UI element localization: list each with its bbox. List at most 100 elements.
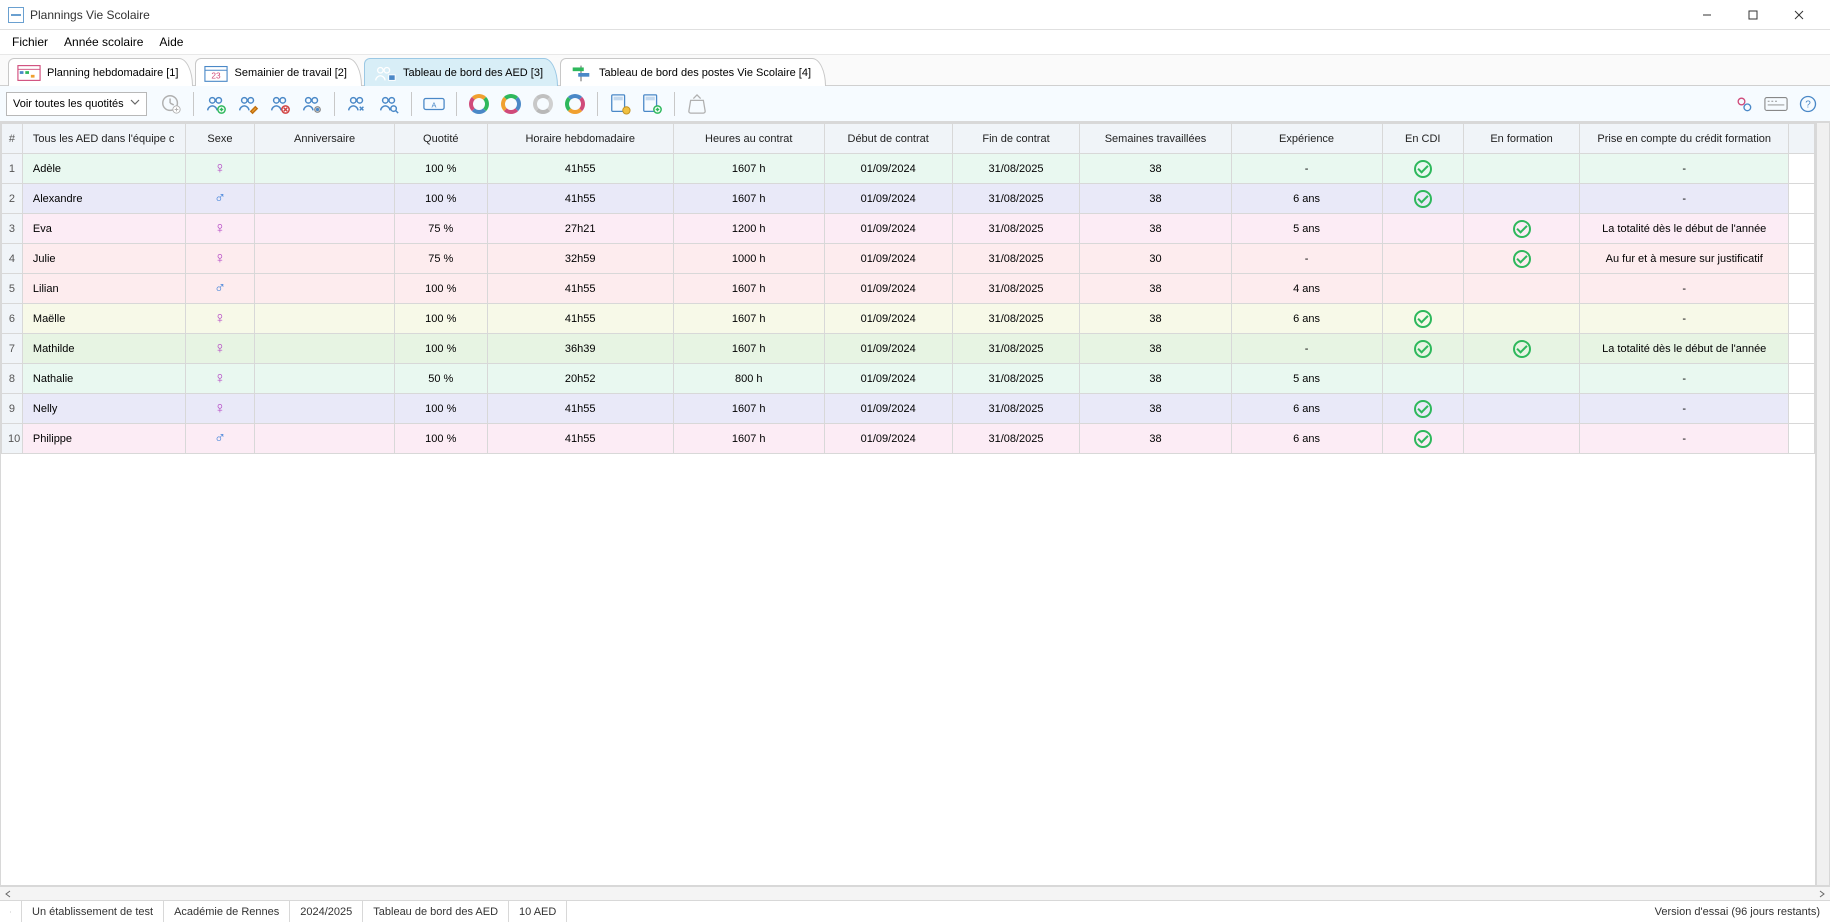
- cell-debut[interactable]: 01/09/2024: [824, 304, 952, 334]
- people-add-button[interactable]: [200, 89, 232, 119]
- col-num[interactable]: #: [2, 124, 23, 154]
- col-credit[interactable]: Prise en compte du crédit formation: [1580, 124, 1789, 154]
- calc-add-button[interactable]: [636, 89, 668, 119]
- cell-credit[interactable]: Au fur et à mesure sur justificatif: [1580, 244, 1789, 274]
- cell-exp[interactable]: -: [1231, 244, 1382, 274]
- cell-hcontract[interactable]: 1200 h: [673, 214, 824, 244]
- donut-chart-1-button[interactable]: [463, 89, 495, 119]
- table-row[interactable]: 4Julie♀75 %32h591000 h01/09/202431/08/20…: [2, 244, 1815, 274]
- cell-credit[interactable]: -: [1580, 424, 1789, 454]
- cell-hour[interactable]: 41h55: [487, 154, 673, 184]
- cell-quot[interactable]: 100 %: [394, 304, 487, 334]
- cell-hour[interactable]: 20h52: [487, 364, 673, 394]
- cell-extra[interactable]: [1789, 304, 1815, 334]
- keyboard-button[interactable]: A: [418, 89, 450, 119]
- donut-chart-2-button[interactable]: [495, 89, 527, 119]
- calc-money-button[interactable]: [604, 89, 636, 119]
- cell-cdi[interactable]: [1382, 394, 1463, 424]
- col-extra[interactable]: [1789, 124, 1815, 154]
- cell-sex[interactable]: ♂: [185, 424, 255, 454]
- cell-exp[interactable]: -: [1231, 154, 1382, 184]
- cell-quot[interactable]: 50 %: [394, 364, 487, 394]
- table-row[interactable]: 10Philippe♂100 %41h551607 h01/09/202431/…: [2, 424, 1815, 454]
- cell-fin[interactable]: 31/08/2025: [952, 364, 1080, 394]
- people-settings-button[interactable]: [296, 89, 328, 119]
- cell-form[interactable]: [1463, 214, 1579, 244]
- cell-sex[interactable]: ♀: [185, 154, 255, 184]
- cell-quot[interactable]: 100 %: [394, 334, 487, 364]
- cell-anniv[interactable]: [255, 184, 394, 214]
- keyboard-help-button[interactable]: [1760, 89, 1792, 119]
- col-fin[interactable]: Fin de contrat: [952, 124, 1080, 154]
- cell-credit[interactable]: -: [1580, 274, 1789, 304]
- people-merge-button[interactable]: [341, 89, 373, 119]
- tab-1[interactable]: 23Semainier de travail [2]: [195, 58, 362, 86]
- col-cdi[interactable]: En CDI: [1382, 124, 1463, 154]
- cell-anniv[interactable]: [255, 364, 394, 394]
- cell-hcontract[interactable]: 1607 h: [673, 424, 824, 454]
- cell-extra[interactable]: [1789, 274, 1815, 304]
- col-exp[interactable]: Expérience: [1231, 124, 1382, 154]
- cell-semaines[interactable]: 38: [1080, 274, 1231, 304]
- cell-anniv[interactable]: [255, 244, 394, 274]
- cell-form[interactable]: [1463, 304, 1579, 334]
- cell-fin[interactable]: 31/08/2025: [952, 154, 1080, 184]
- cell-quot[interactable]: 100 %: [394, 394, 487, 424]
- cell-quot[interactable]: 75 %: [394, 244, 487, 274]
- cell-credit[interactable]: La totalité dès le début de l'année: [1580, 334, 1789, 364]
- cell-quot[interactable]: 100 %: [394, 154, 487, 184]
- col-semaines[interactable]: Semaines travaillées: [1080, 124, 1231, 154]
- cell-debut[interactable]: 01/09/2024: [824, 274, 952, 304]
- col-sex[interactable]: Sexe: [185, 124, 255, 154]
- cell-debut[interactable]: 01/09/2024: [824, 214, 952, 244]
- cell-credit[interactable]: -: [1580, 154, 1789, 184]
- col-name[interactable]: Tous les AED dans l'équipe c: [22, 124, 185, 154]
- cell-hcontract[interactable]: 1607 h: [673, 154, 824, 184]
- cell-semaines[interactable]: 38: [1080, 334, 1231, 364]
- cell-form[interactable]: [1463, 364, 1579, 394]
- cell-credit[interactable]: -: [1580, 394, 1789, 424]
- cell-credit[interactable]: La totalité dès le début de l'année: [1580, 214, 1789, 244]
- cell-semaines[interactable]: 38: [1080, 394, 1231, 424]
- people-search-button[interactable]: [373, 89, 405, 119]
- table-row[interactable]: 3Eva♀75 %27h211200 h01/09/202431/08/2025…: [2, 214, 1815, 244]
- cell-cdi[interactable]: [1382, 334, 1463, 364]
- cell-sex[interactable]: ♀: [185, 334, 255, 364]
- col-hour[interactable]: Horaire hebdomadaire: [487, 124, 673, 154]
- gear-settings-button[interactable]: [1728, 89, 1760, 119]
- scroll-right-arrow-icon[interactable]: [1816, 888, 1828, 900]
- cell-credit[interactable]: -: [1580, 304, 1789, 334]
- table-row[interactable]: 5Lilian♂100 %41h551607 h01/09/202431/08/…: [2, 274, 1815, 304]
- horizontal-scrollbar[interactable]: [0, 886, 1830, 900]
- cell-fin[interactable]: 31/08/2025: [952, 244, 1080, 274]
- cell-extra[interactable]: [1789, 154, 1815, 184]
- cell-fin[interactable]: 31/08/2025: [952, 424, 1080, 454]
- cell-exp[interactable]: 6 ans: [1231, 424, 1382, 454]
- data-table-area[interactable]: # Tous les AED dans l'équipe c Sexe Anni…: [0, 122, 1816, 886]
- cell-name[interactable]: Mathilde: [22, 334, 185, 364]
- col-hcontract[interactable]: Heures au contrat: [673, 124, 824, 154]
- cell-debut[interactable]: 01/09/2024: [824, 424, 952, 454]
- cell-debut[interactable]: 01/09/2024: [824, 364, 952, 394]
- cell-extra[interactable]: [1789, 244, 1815, 274]
- cell-name[interactable]: Adèle: [22, 154, 185, 184]
- cell-cdi[interactable]: [1382, 274, 1463, 304]
- cell-semaines[interactable]: 38: [1080, 184, 1231, 214]
- cell-anniv[interactable]: [255, 214, 394, 244]
- cell-cdi[interactable]: [1382, 214, 1463, 244]
- cell-semaines[interactable]: 38: [1080, 214, 1231, 244]
- cell-extra[interactable]: [1789, 424, 1815, 454]
- cell-quot[interactable]: 75 %: [394, 214, 487, 244]
- cell-extra[interactable]: [1789, 394, 1815, 424]
- cell-credit[interactable]: -: [1580, 364, 1789, 394]
- bag-button[interactable]: [681, 89, 713, 119]
- cell-cdi[interactable]: [1382, 244, 1463, 274]
- people-remove-button[interactable]: [264, 89, 296, 119]
- cell-extra[interactable]: [1789, 334, 1815, 364]
- cell-name[interactable]: Eva: [22, 214, 185, 244]
- vertical-scrollbar[interactable]: [1816, 122, 1830, 886]
- donut-chart-3-button[interactable]: [527, 89, 559, 119]
- cell-extra[interactable]: [1789, 364, 1815, 394]
- table-row[interactable]: 1Adèle♀100 %41h551607 h01/09/202431/08/2…: [2, 154, 1815, 184]
- cell-name[interactable]: Julie: [22, 244, 185, 274]
